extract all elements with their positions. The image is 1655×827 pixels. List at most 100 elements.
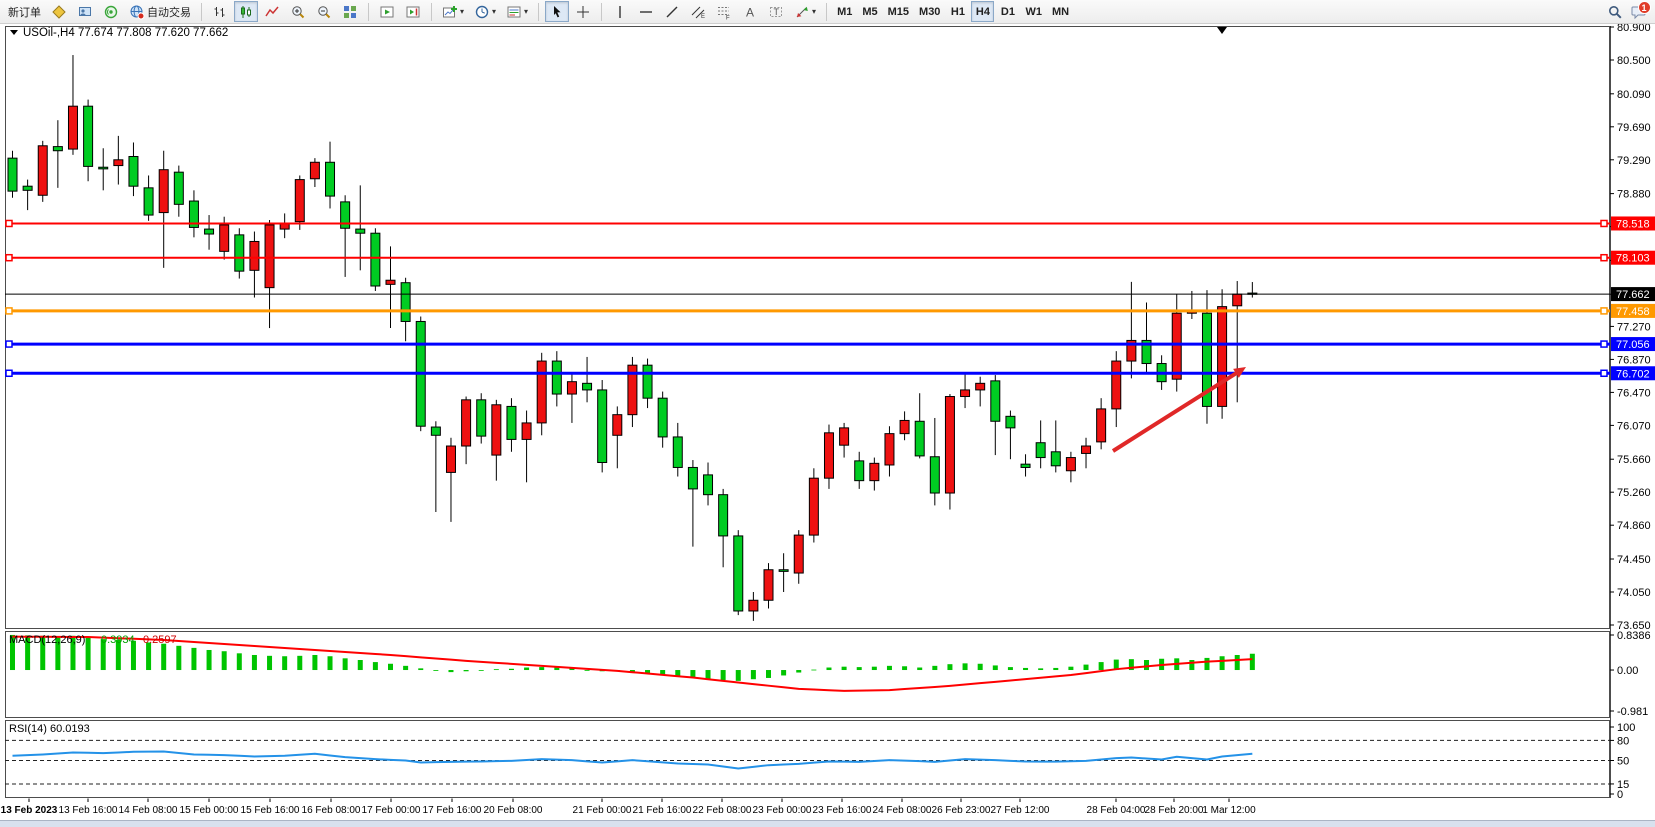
horizontal-line-button[interactable] xyxy=(634,1,658,22)
hline-handle[interactable] xyxy=(6,308,12,314)
timeframe-w1-button[interactable]: W1 xyxy=(1021,1,1046,22)
hline-handle[interactable] xyxy=(1601,308,1607,314)
hline-handle[interactable] xyxy=(6,255,12,261)
candle-body xyxy=(265,225,274,288)
candlestick-chart-button[interactable] xyxy=(234,1,258,22)
chart-shift-icon xyxy=(405,4,421,20)
tile-windows-button[interactable] xyxy=(338,1,362,22)
cursor-button[interactable] xyxy=(545,1,569,22)
candle-body xyxy=(734,536,743,611)
chat-button[interactable]: 1 xyxy=(1627,1,1651,22)
metaeditor-button[interactable] xyxy=(47,1,71,22)
autoscroll-button[interactable] xyxy=(375,1,399,22)
hline-handle[interactable] xyxy=(1601,341,1607,347)
rsi-axis-label: 50 xyxy=(1617,756,1629,768)
rsi-label: RSI(14) 60.0193 xyxy=(9,723,90,735)
text-button[interactable]: A xyxy=(738,1,762,22)
toolbar-right-group: 1 xyxy=(1603,1,1651,22)
price-chart[interactable]: USOil-,H4 77.674 77.808 77.620 77.662 80.… xyxy=(0,24,1655,813)
templates-button[interactable]: ▾ xyxy=(502,1,532,22)
signals-button[interactable] xyxy=(99,1,123,22)
rsi-pane[interactable] xyxy=(6,721,1610,798)
shapes-button[interactable]: ▾ xyxy=(790,1,820,22)
candle-body xyxy=(23,186,32,190)
chart-window[interactable]: USOil-,H4 77.674 77.808 77.620 77.662 80.… xyxy=(0,24,1655,820)
macd-histogram-bar xyxy=(161,644,166,670)
hline-handle[interactable] xyxy=(1601,370,1607,376)
autotrading-icon xyxy=(129,4,145,20)
symbol-ohlc-label: USOil-,H4 77.674 77.808 77.620 77.662 xyxy=(23,27,228,39)
candle-body xyxy=(129,156,138,186)
macd-histogram-bar xyxy=(282,656,287,670)
channel-button[interactable]: E xyxy=(686,1,710,22)
time-tick-label: 27 Feb 12:00 xyxy=(991,805,1050,813)
timeframe-h1-button[interactable]: H1 xyxy=(946,1,969,22)
search-button[interactable] xyxy=(1603,1,1627,22)
zoom-out-icon xyxy=(316,4,332,20)
candle-body xyxy=(915,421,924,456)
candle-body xyxy=(477,400,486,436)
hline-handle[interactable] xyxy=(6,370,12,376)
hline-handle[interactable] xyxy=(1601,220,1607,226)
zoom-in-icon xyxy=(290,4,306,20)
candle-body xyxy=(446,446,455,472)
crosshair-button[interactable] xyxy=(571,1,595,22)
timeframe-m1-button[interactable]: M1 xyxy=(833,1,856,22)
time-tick-label: 15 Feb 16:00 xyxy=(241,805,300,813)
main-pane[interactable] xyxy=(6,27,1610,629)
new-order-button[interactable]: 新订单 xyxy=(4,1,45,22)
chart-shift-button[interactable] xyxy=(401,1,425,22)
hline-handle[interactable] xyxy=(6,341,12,347)
price-tick-label: 76.470 xyxy=(1617,387,1651,399)
text-icon: A xyxy=(742,4,758,20)
market-watch-button[interactable] xyxy=(73,1,97,22)
hline-handle[interactable] xyxy=(6,220,12,226)
periods-button[interactable]: ▾ xyxy=(470,1,500,22)
macd-histogram-bar xyxy=(1099,662,1104,670)
macd-histogram-bar xyxy=(1250,654,1255,670)
candle-body xyxy=(462,400,471,446)
candle-body xyxy=(976,383,985,390)
macd-histogram-bar xyxy=(811,670,816,671)
label-button[interactable]: T xyxy=(764,1,788,22)
timeframe-h4-button[interactable]: H4 xyxy=(971,1,994,22)
price-tick-label: 80.090 xyxy=(1617,89,1651,101)
bar-chart-button[interactable] xyxy=(208,1,232,22)
fibonacci-button[interactable]: F xyxy=(712,1,736,22)
timeframe-m30-button[interactable]: M30 xyxy=(915,1,944,22)
price-tick-label: 80.500 xyxy=(1617,55,1651,67)
candle-body xyxy=(567,382,576,394)
zoom-out-button[interactable] xyxy=(312,1,336,22)
autotrading-button[interactable]: 自动交易 xyxy=(125,1,195,22)
timeframe-mn-button[interactable]: MN xyxy=(1048,1,1073,22)
svg-text:77.458: 77.458 xyxy=(1616,306,1650,318)
macd-histogram-bar xyxy=(373,662,378,670)
macd-histogram-bar xyxy=(328,656,333,670)
macd-histogram-bar xyxy=(267,656,272,670)
timeframe-d1-button[interactable]: D1 xyxy=(996,1,1019,22)
line-chart-button[interactable] xyxy=(260,1,284,22)
macd-histogram-bar xyxy=(191,648,196,670)
rsi-axis-label: 80 xyxy=(1617,735,1629,747)
macd-axis-label: -0.981 xyxy=(1617,706,1648,718)
hline-handle[interactable] xyxy=(1601,255,1607,261)
candle-body xyxy=(643,365,652,398)
svg-text:F: F xyxy=(726,15,730,20)
macd-histogram-bar xyxy=(524,668,529,671)
macd-pane[interactable] xyxy=(6,632,1610,718)
candle-body xyxy=(1082,446,1091,453)
horizontal-line-icon xyxy=(638,4,654,20)
candle-body xyxy=(552,361,561,394)
macd-axis-label: 0.00 xyxy=(1617,665,1638,677)
macd-histogram-bar xyxy=(781,670,786,675)
timeframe-m5-button[interactable]: M5 xyxy=(858,1,881,22)
macd-histogram-bar xyxy=(237,653,242,670)
add-indicator-button[interactable]: ▾ xyxy=(438,1,468,22)
trendline-button[interactable] xyxy=(660,1,684,22)
price-badge-76.702: 76.702 xyxy=(1611,366,1655,380)
zoom-in-button[interactable] xyxy=(286,1,310,22)
timeframe-m15-button[interactable]: M15 xyxy=(884,1,913,22)
macd-histogram-bar xyxy=(721,670,726,680)
macd-histogram-bar xyxy=(993,665,998,670)
vertical-line-button[interactable] xyxy=(608,1,632,22)
